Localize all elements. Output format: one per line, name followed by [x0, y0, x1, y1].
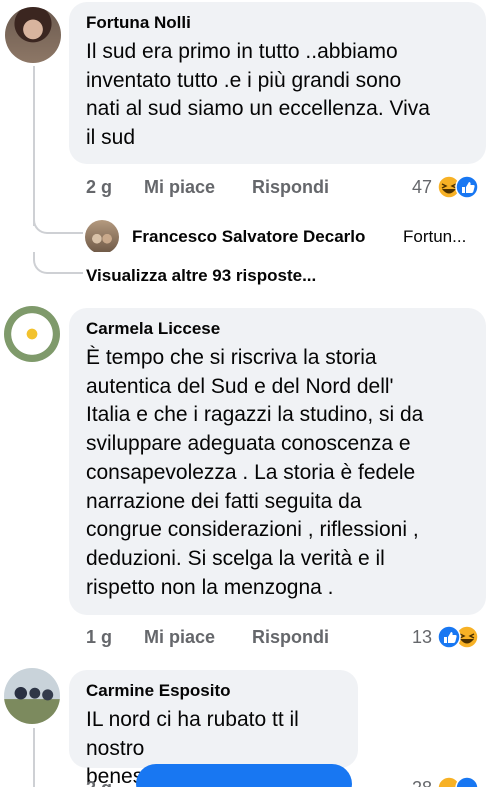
reactions-summary[interactable]: [437, 175, 485, 199]
reactions-summary[interactable]: [437, 625, 485, 649]
comment-time[interactable]: 2 g: [86, 778, 112, 787]
like-icon: [437, 625, 461, 649]
reaction-count[interactable]: 13: [412, 627, 432, 648]
thread-line: [33, 728, 35, 787]
like-icon: [455, 776, 479, 787]
comment-actions-1: 2 g Mi piace Rispondi 47: [86, 175, 496, 203]
avatar-francesco-salvatore-decarlo: [85, 220, 119, 252]
reply-button[interactable]: Rispondi: [252, 177, 329, 198]
reply-author[interactable]: Francesco Salvatore Decarlo: [132, 227, 365, 247]
reply-button[interactable]: Rispondi: [252, 627, 329, 648]
reaction-count[interactable]: 47: [412, 177, 432, 198]
comment-bubble-3: Carmine Esposito IL nord ci ha rubato tt…: [69, 670, 358, 787]
comment-actions-2: 1 g Mi piace Rispondi 13: [86, 625, 496, 653]
like-icon: [455, 175, 479, 199]
reaction-count[interactable]: 28: [412, 778, 432, 787]
reply-snippet: Fortun...: [403, 227, 467, 246]
reactions-summary[interactable]: [437, 776, 485, 787]
avatar-fortuna-nolli[interactable]: [5, 7, 61, 63]
comment-author[interactable]: Carmela Liccese: [86, 318, 470, 340]
thread-branch: [33, 252, 83, 274]
avatar-carmela-liccese[interactable]: [4, 306, 60, 362]
comment-text: Il sud era primo in tutto ..abbiamo inve…: [86, 40, 430, 150]
comment-author[interactable]: Carmine Esposito: [86, 680, 342, 702]
comment-author[interactable]: Fortuna Nolli: [86, 12, 470, 34]
new-replies-pill-button[interactable]: [136, 764, 352, 787]
like-button[interactable]: Mi piace: [144, 627, 215, 648]
comment-bubble-1: Fortuna Nolli Il sud era primo in tutto …: [69, 2, 486, 164]
like-button[interactable]: Mi piace: [144, 177, 215, 198]
comment-time[interactable]: 2 g: [86, 177, 112, 198]
view-more-replies-link[interactable]: Visualizza altre 93 risposte...: [86, 266, 316, 286]
avatar-carmine-esposito[interactable]: [4, 668, 60, 724]
comment-time[interactable]: 1 g: [86, 627, 112, 648]
reply-preview[interactable]: Francesco Salvatore Decarlo Fortun...: [85, 220, 495, 252]
thread-line: [33, 66, 35, 226]
comment-text: È tempo che si riscriva la storia autent…: [86, 346, 424, 599]
comment-bubble-2: Carmela Liccese È tempo che si riscriva …: [69, 308, 486, 615]
thread-branch: [33, 212, 83, 234]
